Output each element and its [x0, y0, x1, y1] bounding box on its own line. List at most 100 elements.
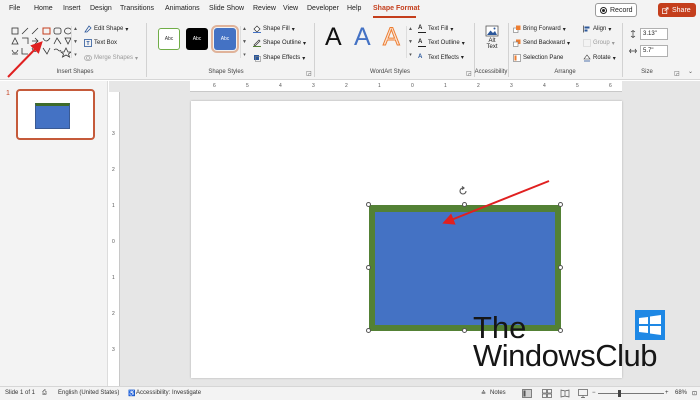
- tab-design[interactable]: Design: [90, 5, 112, 12]
- tab-view[interactable]: View: [283, 5, 298, 12]
- active-tab-indicator: [373, 16, 416, 18]
- ruler-tick: 0: [411, 83, 414, 89]
- notes-button[interactable]: Notes: [490, 390, 506, 396]
- tab-home[interactable]: Home: [34, 5, 53, 12]
- share-label: Share: [672, 6, 691, 14]
- bring-forward-icon: [513, 25, 521, 33]
- tab-insert[interactable]: Insert: [63, 5, 81, 12]
- text-box-label: Text Box: [94, 40, 118, 46]
- dropdown-arrow-icon: ▾: [303, 40, 307, 47]
- tab-help[interactable]: Help: [347, 5, 361, 12]
- rotation-handle-icon[interactable]: [457, 185, 469, 197]
- resize-handle-bottom[interactable]: [462, 328, 467, 333]
- shape-effects-button[interactable]: Shape Effects ▾: [253, 54, 305, 62]
- ruler-tick: 3: [510, 83, 513, 89]
- merge-shapes-button[interactable]: Merge Shapes ▾: [84, 54, 138, 62]
- text-fill-button[interactable]: A Text Fill ▾: [418, 25, 453, 33]
- shapes-gallery-scroll[interactable]: ▲ ▼ ▾: [71, 26, 79, 58]
- wordart-styles-scroll[interactable]: ▲ ▼ ▾: [406, 26, 414, 58]
- resize-handle-top-left[interactable]: [366, 202, 371, 207]
- ruler-tick: 4: [279, 83, 282, 89]
- shapes-gallery[interactable]: [10, 26, 80, 66]
- tab-review[interactable]: Review: [253, 5, 276, 12]
- chevron-down-icon: ▼: [408, 39, 413, 45]
- record-button[interactable]: Record: [595, 3, 637, 17]
- ruler-tick: 6: [213, 83, 216, 89]
- share-button[interactable]: Share: [658, 3, 696, 17]
- dialog-launcher-icon[interactable]: ◲: [466, 70, 472, 77]
- dialog-launcher-icon[interactable]: ◲: [306, 70, 312, 77]
- normal-view-icon[interactable]: [522, 389, 532, 398]
- tab-file[interactable]: File: [9, 5, 20, 12]
- resize-handle-bottom-left[interactable]: [366, 328, 371, 333]
- resize-handle-left[interactable]: [366, 265, 371, 270]
- slide-count-status[interactable]: Slide 1 of 1: [5, 390, 35, 396]
- selection-pane-button[interactable]: Selection Pane: [513, 54, 563, 62]
- vertical-ruler: 3 2 1 0 1 2 3: [109, 92, 120, 386]
- send-backward-icon: [513, 39, 521, 47]
- shape-outline-button[interactable]: Shape Outline ▾: [253, 39, 306, 47]
- dropdown-arrow-icon: ▾: [125, 26, 129, 33]
- text-fill-label: Text Fill: [428, 26, 449, 32]
- dropdown-arrow-icon: ▾: [611, 40, 615, 47]
- alt-text-button[interactable]: Alt Text: [479, 24, 505, 64]
- slide-sorter-icon[interactable]: [542, 389, 552, 398]
- resize-handle-top-right[interactable]: [558, 202, 563, 207]
- zoom-slider-thumb[interactable]: [617, 390, 621, 397]
- tab-slide-show[interactable]: Slide Show: [209, 5, 244, 12]
- thumbnail-shape: [35, 103, 70, 129]
- zoom-out-icon[interactable]: −: [592, 390, 596, 396]
- tab-transitions[interactable]: Transitions: [120, 5, 154, 12]
- slideshow-view-icon[interactable]: [578, 389, 588, 398]
- fit-slide-icon[interactable]: ⊡: [692, 390, 697, 397]
- ribbon: ▲ ▼ ▾ Edit Shape ▾ Text Box Merge Shapes ▾…: [0, 20, 700, 80]
- ruler-tick: 1: [112, 275, 115, 281]
- wordart-sample-2[interactable]: A: [354, 23, 371, 52]
- zoom-slider[interactable]: [598, 390, 664, 397]
- dialog-launcher-icon[interactable]: ◲: [674, 70, 680, 77]
- shape-height-field[interactable]: 3.13": [640, 28, 668, 40]
- text-box-button[interactable]: Text Box: [84, 39, 117, 47]
- resize-handle-right[interactable]: [558, 265, 563, 270]
- ruler-tick: 2: [345, 83, 348, 89]
- rotate-button[interactable]: Rotate ▾: [583, 54, 616, 62]
- group-separator: [314, 23, 315, 77]
- tab-shape-format[interactable]: Shape Format: [373, 5, 420, 12]
- rotate-label: Rotate: [593, 55, 611, 61]
- tab-animations[interactable]: Animations: [165, 5, 200, 12]
- send-backward-label: Send Backward: [523, 40, 566, 46]
- text-effects-button[interactable]: A Text Effects ▾: [418, 54, 464, 61]
- wordart-sample-1[interactable]: A: [325, 23, 342, 52]
- bring-forward-button[interactable]: Bring Forward ▾: [513, 25, 566, 33]
- group-separator: [508, 23, 509, 77]
- shape-width-field[interactable]: 5.7": [640, 45, 668, 57]
- spell-check-icon[interactable]: ⎙: [42, 390, 47, 397]
- tab-developer[interactable]: Developer: [307, 5, 339, 12]
- slide-thumbnail[interactable]: [16, 89, 95, 140]
- resize-handle-top[interactable]: [462, 202, 467, 207]
- collapse-ribbon-icon[interactable]: ⌄: [688, 68, 693, 75]
- zoom-in-icon[interactable]: +: [665, 390, 669, 396]
- alt-text-label-2: Text: [486, 44, 498, 50]
- shape-styles-scroll[interactable]: ▲ ▼ ▾: [240, 26, 248, 58]
- group-button[interactable]: Group ▾: [583, 39, 615, 47]
- ruler-tick: 1: [444, 83, 447, 89]
- group-icon: [583, 39, 591, 47]
- shape-style-swatch-2[interactable]: Abc: [186, 28, 208, 50]
- align-button[interactable]: Align ▾: [583, 25, 611, 33]
- shape-style-swatch-1[interactable]: Abc: [158, 28, 180, 50]
- language-status[interactable]: English (United States): [58, 390, 119, 396]
- ruler-tick: 2: [112, 311, 115, 317]
- text-outline-button[interactable]: A Text Outline ▾: [418, 39, 465, 47]
- wordart-sample-3[interactable]: A: [383, 23, 401, 52]
- shape-fill-button[interactable]: Shape Fill ▾: [253, 25, 295, 33]
- size-group-label: Size: [641, 69, 653, 75]
- shape-style-swatch-3[interactable]: Abc: [211, 25, 239, 53]
- zoom-level[interactable]: 68%: [675, 390, 687, 396]
- reading-view-icon[interactable]: [560, 389, 570, 398]
- ruler-tick: 3: [112, 347, 115, 353]
- edit-shape-button[interactable]: Edit Shape ▾: [84, 25, 128, 33]
- shape-fill-label: Shape Fill: [263, 26, 290, 32]
- send-backward-button[interactable]: Send Backward ▾: [513, 39, 570, 47]
- accessibility-status[interactable]: Accessibility: Investigate: [136, 390, 201, 396]
